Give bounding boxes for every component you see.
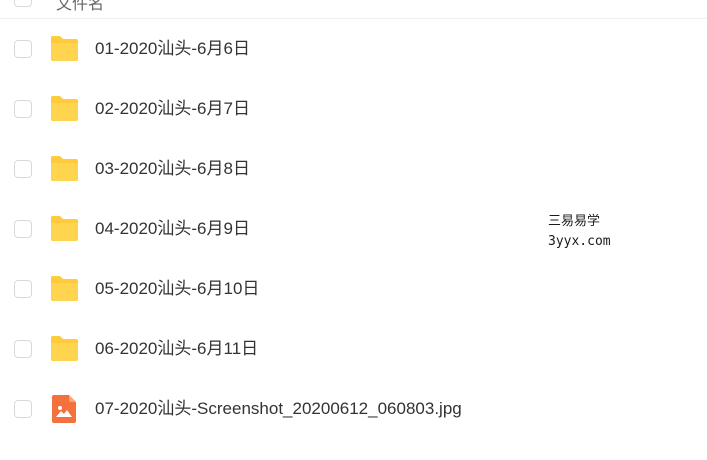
row-checkbox[interactable]: [14, 40, 32, 58]
file-name[interactable]: 07-2020汕头-Screenshot_20200612_060803.jpg: [95, 399, 462, 419]
row-checkbox[interactable]: [14, 280, 32, 298]
watermark-url: 3yyx.com: [548, 234, 611, 249]
column-header-filename[interactable]: 文件名: [56, 0, 104, 14]
file-name[interactable]: 06-2020汕头-6月11日: [95, 339, 258, 359]
row-checkbox[interactable]: [14, 160, 32, 178]
file-row-folder[interactable]: 05-2020汕头-6月10日: [0, 259, 707, 319]
file-row-folder[interactable]: 03-2020汕头-6月8日: [0, 139, 707, 199]
file-name[interactable]: 05-2020汕头-6月10日: [95, 279, 259, 299]
folder-icon: [49, 95, 80, 123]
folder-icon: [49, 335, 80, 363]
folder-icon: [49, 155, 80, 183]
row-checkbox[interactable]: [14, 100, 32, 118]
image-file-icon: [49, 395, 80, 423]
file-row-folder[interactable]: 01-2020汕头-6月6日: [0, 19, 707, 79]
row-checkbox[interactable]: [14, 220, 32, 238]
row-checkbox[interactable]: [14, 340, 32, 358]
file-row-folder[interactable]: 06-2020汕头-6月11日: [0, 319, 707, 379]
file-name[interactable]: 01-2020汕头-6月6日: [95, 39, 250, 59]
watermark: 三易易学 3yyx.com: [548, 212, 611, 252]
folder-icon: [49, 35, 80, 63]
folder-icon: [49, 275, 80, 303]
file-list-header: 文件名: [0, 0, 707, 19]
file-name[interactable]: 04-2020汕头-6月9日: [95, 219, 250, 239]
folder-icon: [49, 215, 80, 243]
file-browser: 文件名 01-2020汕头-6月6日 02-2020汕头-6月7日 03-202…: [0, 0, 707, 460]
row-checkbox[interactable]: [14, 400, 32, 418]
file-name[interactable]: 02-2020汕头-6月7日: [95, 99, 250, 119]
file-row-image[interactable]: 07-2020汕头-Screenshot_20200612_060803.jpg: [0, 379, 707, 439]
file-row-folder[interactable]: 02-2020汕头-6月7日: [0, 79, 707, 139]
file-name[interactable]: 03-2020汕头-6月8日: [95, 159, 250, 179]
select-all-checkbox[interactable]: [14, 0, 32, 7]
watermark-title: 三易易学: [548, 214, 601, 229]
